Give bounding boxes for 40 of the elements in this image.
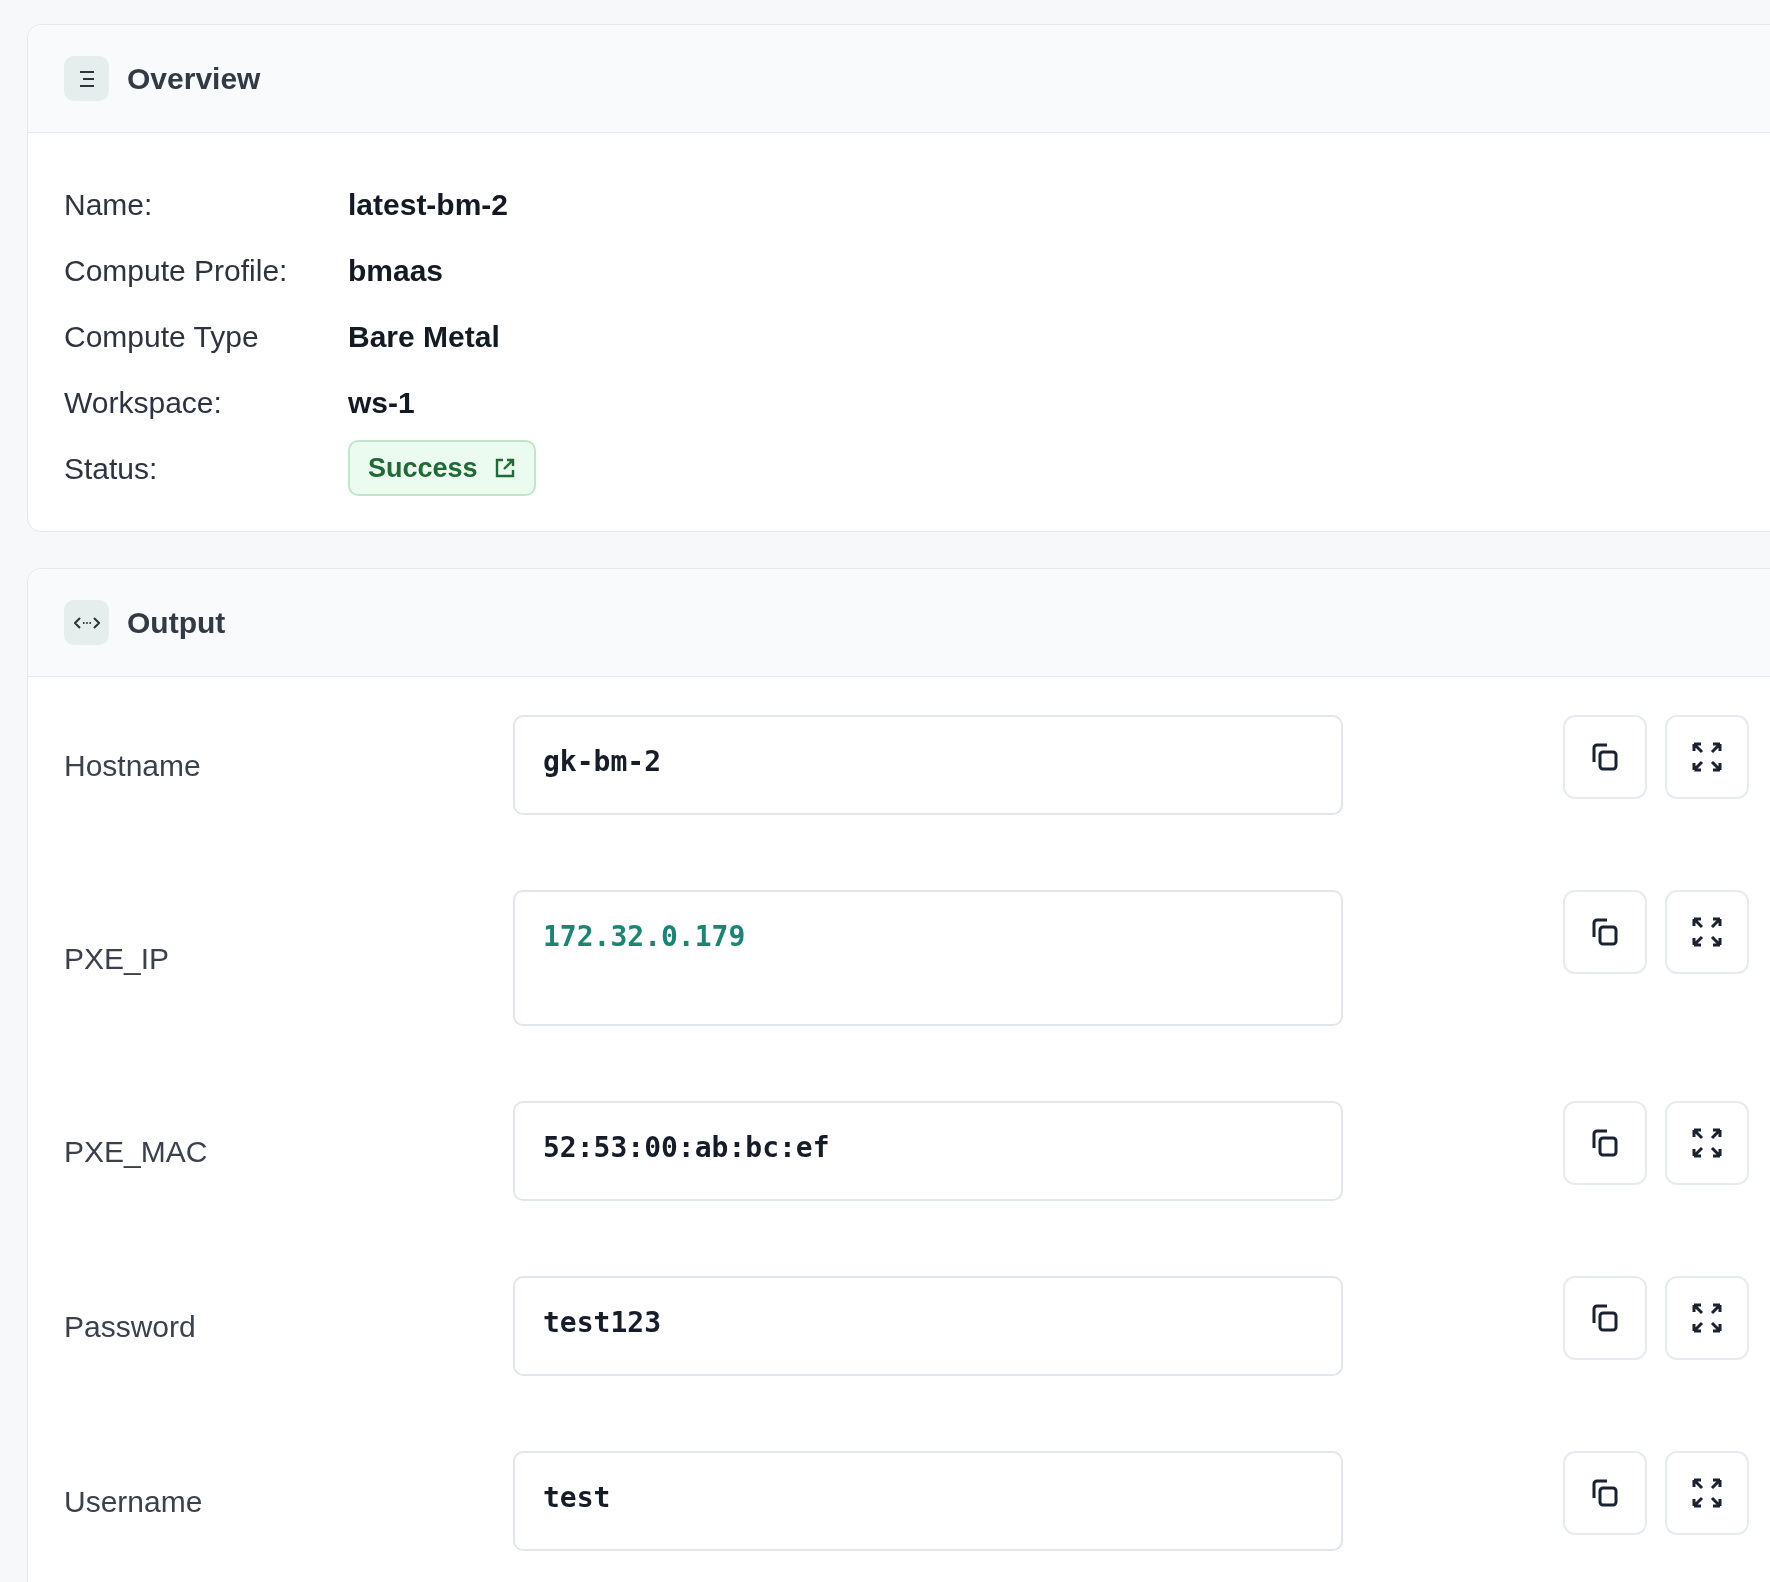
field-value: Bare Metal	[348, 318, 500, 355]
expand-button[interactable]	[1665, 1276, 1749, 1360]
output-field[interactable]: 52:53:00:ab:bc:ef	[513, 1101, 1343, 1201]
code-arrows-icon	[64, 600, 109, 645]
output-field[interactable]: test123	[513, 1276, 1343, 1376]
field-value: bmaas	[348, 252, 444, 289]
output-label: Password	[64, 1308, 197, 1345]
field-label: Name:	[64, 186, 154, 223]
output-label: Username	[64, 1483, 204, 1520]
copy-button[interactable]	[1563, 715, 1647, 799]
field-label: Status:	[64, 450, 159, 487]
expand-icon	[1691, 741, 1723, 773]
status-badge[interactable]: Success	[348, 439, 536, 497]
field-label: Workspace:	[64, 384, 223, 421]
field-label: Compute Profile:	[64, 252, 289, 289]
copy-button[interactable]	[1563, 1451, 1647, 1535]
output-field[interactable]: test	[513, 1451, 1343, 1551]
field-value: ws-1	[348, 384, 415, 421]
output-label: PXE_MAC	[64, 1133, 209, 1170]
section-title: Output	[127, 605, 226, 641]
output-label: Hostname	[64, 747, 202, 784]
expand-icon	[1691, 1127, 1723, 1159]
expand-button[interactable]	[1665, 1101, 1749, 1185]
output-field[interactable]: gk-bm-2	[513, 715, 1343, 815]
field-label: Compute Type	[64, 318, 260, 355]
expand-button[interactable]	[1665, 715, 1749, 799]
field-value: latest-bm-2	[348, 186, 509, 223]
copy-button[interactable]	[1563, 890, 1647, 974]
expand-button[interactable]	[1665, 890, 1749, 974]
expand-icon	[1691, 1477, 1723, 1509]
list-icon	[64, 56, 109, 101]
external-link-icon	[493, 457, 516, 479]
output-label: PXE_IP	[64, 940, 171, 977]
expand-icon	[1691, 916, 1723, 948]
output-field[interactable]: 172.32.0.179	[513, 890, 1343, 1026]
section-title: Overview	[127, 61, 261, 97]
expand-icon	[1691, 1302, 1723, 1334]
copy-button[interactable]	[1563, 1276, 1647, 1360]
copy-button[interactable]	[1563, 1101, 1647, 1185]
expand-button[interactable]	[1665, 1451, 1749, 1535]
